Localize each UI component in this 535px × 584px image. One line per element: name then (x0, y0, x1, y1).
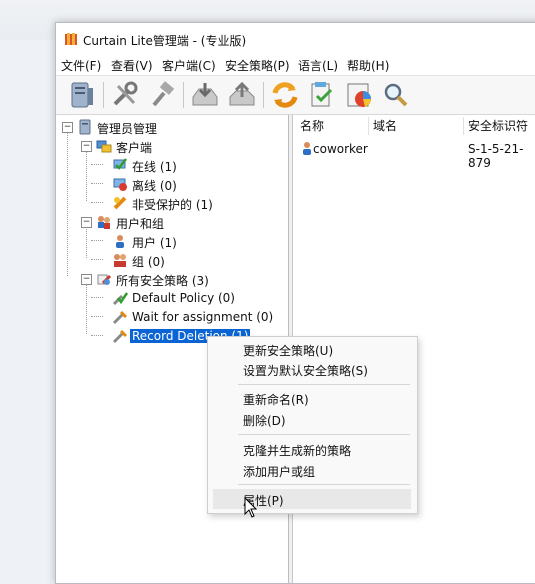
group-icon (114, 254, 126, 267)
toolbar (56, 75, 535, 115)
default-policy-icon (112, 292, 128, 306)
menu-view[interactable]: 查看(V) (111, 57, 153, 74)
tree-node-unprotected[interactable]: 非受保护的 (1) (56, 194, 286, 213)
menu-bar: 文件(F) 查看(V) 客户端(C) 安全策略(P) 语言(L) 帮助(H) (56, 54, 535, 74)
table-row[interactable]: coworker S-1-5-21-879 (293, 139, 535, 170)
collapse-toggle-icon[interactable]: − (81, 217, 92, 228)
tree-node-clients[interactable]: − 客户端 (56, 137, 286, 156)
online-computer-icon (113, 158, 127, 170)
tree-label: Default Policy (0) (132, 291, 235, 305)
refresh-icon[interactable] (269, 79, 301, 111)
collapse-toggle-icon[interactable]: − (81, 141, 92, 152)
user-icon (303, 142, 311, 155)
menu-separator (238, 384, 410, 385)
column-divider[interactable] (368, 117, 369, 135)
mouse-cursor-icon (244, 497, 258, 518)
cell-sid: S-1-5-21-879 (468, 142, 524, 170)
tree-label: 离线 (0) (132, 179, 177, 193)
upload-icon[interactable] (226, 79, 258, 111)
menu-item-label: 设置为默认安全策略(S) (243, 364, 368, 378)
server-icon[interactable] (66, 79, 98, 111)
toolbar-separator (263, 82, 264, 108)
menu-file[interactable]: 文件(F) (61, 57, 101, 74)
menu-item-rename[interactable]: 重新命名(R) (208, 388, 417, 408)
tree-label: Wait for assignment (0) (132, 310, 274, 324)
menu-item-label: 添加用户或组 (243, 465, 316, 479)
users-groups-icon (98, 216, 110, 229)
menu-item-label: 更新安全策略(U) (243, 344, 334, 358)
tree-label: 非受保护的 (1) (132, 198, 213, 212)
context-menu: 更新安全策略(U) 设置为默认安全策略(S) 重新命名(R) 删除(D) 克隆并… (207, 336, 418, 514)
menu-help[interactable]: 帮助(H) (347, 57, 389, 74)
inbox-download-icon[interactable] (189, 79, 221, 111)
tree-node-users[interactable]: 用户 (1) (56, 232, 286, 251)
collapse-toggle-icon[interactable]: − (62, 122, 73, 133)
policy-tool-icon (112, 310, 128, 325)
tree-node-online[interactable]: 在线 (1) (56, 156, 286, 175)
offline-computer-icon (113, 178, 127, 191)
search-icon[interactable] (380, 79, 412, 111)
menu-policy[interactable]: 安全策略(P) (225, 57, 290, 74)
policies-icon (97, 274, 112, 285)
menu-client[interactable]: 客户端(C) (162, 57, 216, 74)
computers-icon (96, 140, 112, 153)
tree-label: 所有安全策略 (3) (116, 274, 209, 288)
menu-item-update-policy[interactable]: 更新安全策略(U) (208, 339, 417, 359)
server-icon (79, 119, 91, 135)
tree-node-admin[interactable]: − 管理员管理 (56, 118, 286, 137)
column-header-name[interactable]: 名称 (300, 117, 324, 137)
menu-separator (238, 484, 410, 485)
tree-node-default-policy[interactable]: Default Policy (0) (56, 289, 286, 308)
toolbar-separator (183, 82, 184, 108)
column-header-sid[interactable]: 安全标识符 (468, 117, 528, 137)
menu-item-label: 克隆并生成新的策略 (243, 444, 352, 458)
tree-label: 用户和组 (116, 217, 165, 231)
tree-label: 客户端 (116, 141, 153, 155)
tree-node-policies[interactable]: − 所有安全策略 (3) (56, 270, 286, 289)
menu-item-label: 重新命名(R) (243, 393, 309, 407)
unprotected-icon (113, 196, 127, 210)
hammer-icon[interactable] (146, 79, 178, 111)
tree-label: 在线 (1) (132, 160, 177, 174)
tools-icon[interactable] (109, 79, 141, 111)
tree-node-wait-policy[interactable]: Wait for assignment (0) (56, 308, 286, 327)
menu-separator (238, 434, 410, 435)
document-check-icon[interactable] (306, 79, 338, 111)
report-icon[interactable] (343, 79, 375, 111)
collapse-toggle-icon[interactable]: − (81, 274, 92, 285)
tree-label: 用户 (1) (132, 236, 177, 250)
tree-node-offline[interactable]: 离线 (0) (56, 175, 286, 194)
menu-item-label: 删除(D) (243, 414, 286, 428)
title-bar[interactable]: Curtain Lite管理端 - (专业版) (56, 23, 535, 54)
tree-node-groups[interactable]: 组 (0) (56, 251, 286, 270)
menu-item-clone[interactable]: 克隆并生成新的策略 (208, 439, 417, 459)
column-divider[interactable] (463, 117, 464, 135)
tree-label: 组 (0) (132, 255, 165, 269)
app-logo-icon (65, 33, 77, 45)
menu-item-set-default[interactable]: 设置为默认安全策略(S) (208, 359, 417, 379)
column-header-domain[interactable]: 域名 (373, 117, 397, 137)
tree-node-users-groups[interactable]: − 用户和组 (56, 213, 286, 232)
user-icon (116, 235, 124, 248)
toolbar-separator (103, 82, 104, 108)
menu-item-delete[interactable]: 删除(D) (208, 409, 417, 429)
window-title: Curtain Lite管理端 - (专业版) (83, 34, 247, 48)
menu-language[interactable]: 语言(L) (298, 57, 338, 74)
menu-item-properties[interactable]: 属性(P) (208, 489, 417, 509)
policy-tool-icon (112, 329, 128, 344)
tree-label: 管理员管理 (97, 122, 158, 136)
menu-item-add-user-group[interactable]: 添加用户或组 (208, 460, 417, 480)
cell-name: coworker (313, 142, 368, 156)
